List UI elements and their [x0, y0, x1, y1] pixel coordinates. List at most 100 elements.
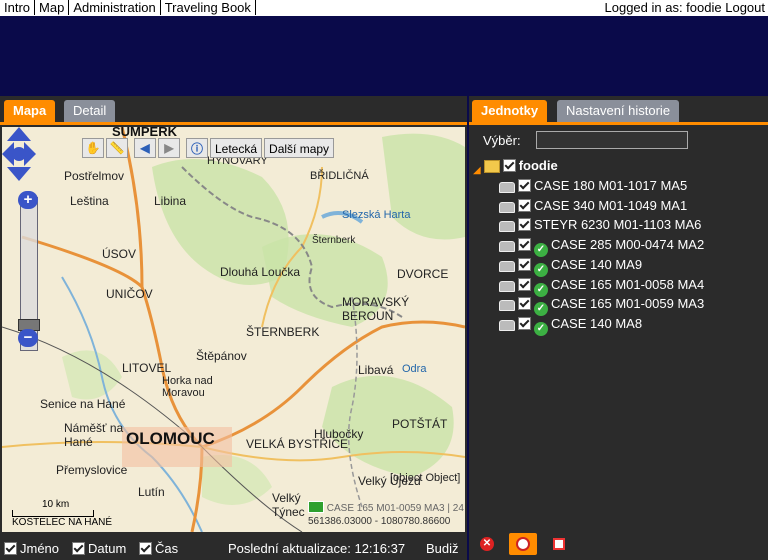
- nav-intro[interactable]: Intro: [0, 0, 36, 15]
- unit-checkbox[interactable]: [518, 218, 531, 232]
- info-icon[interactable]: ⓘ: [186, 138, 208, 158]
- tractor-icon: [499, 201, 515, 213]
- map-toolbar: ✋ 📏 ◀ ▶ ⓘ Letecká Další mapy: [82, 137, 335, 159]
- pan-control[interactable]: [2, 127, 36, 181]
- map-label: Dlouhá Loučka: [220, 265, 301, 279]
- unit-label: CASE 285 M00-0474 MA2: [551, 237, 705, 253]
- name-toggle[interactable]: Jméno: [4, 538, 59, 560]
- tractor-icon: [499, 300, 515, 312]
- cursor-coordinates: 561386.03000 - 1080780.86600: [308, 516, 451, 527]
- collapse-arrow-icon[interactable]: ◢: [473, 162, 481, 180]
- nav-map[interactable]: Map: [35, 0, 70, 15]
- filter-bar: Výběr:: [469, 127, 768, 154]
- unit-label: CASE 165 M01-0058 MA4: [551, 276, 705, 292]
- unit-list-item[interactable]: ✓ CASE 140 MA9: [499, 256, 642, 277]
- scale-bar: 10 km KOSTELEC NA HANÉ: [12, 499, 112, 528]
- unit-checkbox[interactable]: [518, 316, 531, 330]
- square-icon: [553, 538, 565, 550]
- unit-list-item[interactable]: CASE 340 M01-1049 MA1: [499, 197, 687, 215]
- unit-label: CASE 140 MA8: [551, 315, 643, 331]
- units-tree: ◢ foodie CASE 180 M01-1017 MA5 CASE 340 M0…: [469, 156, 768, 528]
- time-toggle[interactable]: Čas: [139, 538, 178, 560]
- unit-list-item[interactable]: CASE 180 M01-1017 MA5: [499, 177, 687, 195]
- filter-label: Výběr:: [483, 133, 521, 148]
- map-label: Náměšť na Hané: [64, 421, 124, 449]
- tractor-icon: [499, 280, 515, 292]
- tab-jednotky[interactable]: Jednotky: [472, 100, 548, 122]
- locate-button[interactable]: [509, 533, 537, 555]
- map-label: ÚSOV: [102, 247, 137, 261]
- back-arrow-icon[interactable]: ◀: [134, 138, 156, 158]
- unit-list-item[interactable]: ✓ CASE 165 M01-0059 MA3: [499, 295, 704, 317]
- tab-mapa[interactable]: Mapa: [4, 100, 56, 122]
- hand-tool-icon[interactable]: ✋: [82, 138, 104, 158]
- last-update-text: Poslední aktualizace: 12:16:37: [228, 541, 406, 556]
- map-label: Libavá: [358, 363, 394, 377]
- unit-checkbox[interactable]: [518, 238, 531, 252]
- map-label: MORAVSKÝ BEROUN: [342, 295, 410, 323]
- unit-checkbox[interactable]: [518, 257, 531, 271]
- map-label: Velký Týnec: [272, 491, 305, 519]
- map-label: OLOMOUC: [126, 429, 215, 448]
- nav-administration[interactable]: Administration: [69, 0, 161, 15]
- tab-detail[interactable]: Detail: [64, 100, 116, 122]
- select-area-button[interactable]: [545, 533, 573, 555]
- name-toggle-label: Jméno: [20, 541, 60, 556]
- target-icon: [516, 537, 530, 551]
- date-checkbox[interactable]: [72, 542, 85, 555]
- budiz-button[interactable]: Budiž: [426, 538, 459, 560]
- unit-label: STEYR 6230 M01-1103 MA6: [534, 217, 702, 233]
- map-label: Lutín: [138, 485, 165, 499]
- name-checkbox[interactable]: [4, 542, 17, 555]
- tractor-icon: [499, 221, 515, 233]
- map-label: Odra: [402, 363, 427, 375]
- map-tabs: Mapa Detail: [0, 96, 467, 125]
- tab-nastaveni-historie[interactable]: Nastavení historie: [557, 100, 680, 122]
- units-footer: ✕: [469, 528, 768, 560]
- map-label: Postřelmov: [64, 169, 125, 183]
- date-toggle-label: Datum: [88, 541, 127, 556]
- tree-root[interactable]: ◢ foodie: [473, 157, 558, 176]
- map-label: Leština: [70, 194, 109, 208]
- forward-arrow-icon[interactable]: ▶: [158, 138, 180, 158]
- unit-list-item[interactable]: ✓ CASE 140 MA8: [499, 315, 643, 336]
- logged-in-text: Logged in as: foodie: [604, 0, 722, 15]
- unit-checkbox[interactable]: [518, 198, 531, 212]
- unit-checkbox[interactable]: [518, 277, 531, 291]
- top-navigation-bar: Intro Map Administration Traveling Book …: [0, 0, 768, 17]
- time-checkbox[interactable]: [139, 542, 152, 555]
- map-view[interactable]: ŠUMPERK HYNOVARY BŘIDLIČNÁ Postřelmov Le…: [2, 127, 465, 532]
- more-maps-button[interactable]: Další mapy: [264, 138, 335, 158]
- vehicle-marker[interactable]: CASE 165 M01-0059 MA3 | 24: [308, 501, 464, 514]
- unit-list-item[interactable]: ✓ CASE 285 M00-0474 MA2: [499, 236, 705, 258]
- filter-input[interactable]: [536, 131, 688, 149]
- aerial-map-button[interactable]: Letecká: [210, 138, 263, 158]
- unit-checkbox[interactable]: [518, 179, 531, 192]
- root-checkbox[interactable]: [502, 159, 516, 172]
- user-info: Logged in as: foodie Logout: [605, 0, 766, 16]
- map-label: Hlubočky: [314, 427, 364, 441]
- map-label: ŠTERNBERK: [246, 325, 320, 339]
- delete-button[interactable]: ✕: [473, 533, 501, 555]
- unit-list-item[interactable]: STEYR 6230 M01-1103 MA6: [499, 216, 701, 234]
- measure-tool-icon[interactable]: 📏: [106, 138, 128, 158]
- tree-root-label: foodie: [518, 158, 558, 173]
- tractor-icon: [499, 319, 515, 331]
- map-label: UNIČOV: [106, 287, 153, 301]
- zoom-out-button[interactable]: −: [18, 329, 38, 347]
- map-label: Slezská Harta: [342, 209, 411, 221]
- unit-checkbox[interactable]: [518, 297, 531, 311]
- status-ok-icon: ✓: [534, 321, 548, 336]
- map-label: Přemyslovice: [56, 463, 128, 477]
- date-toggle[interactable]: Datum: [72, 538, 126, 560]
- map-label: Libina: [154, 194, 187, 208]
- vehicle-icon: [308, 501, 324, 513]
- nav-traveling-book[interactable]: Traveling Book: [161, 0, 256, 15]
- tractor-icon: [499, 182, 515, 193]
- zoom-in-button[interactable]: +: [18, 191, 38, 209]
- scale-label: 10 km: [42, 499, 70, 510]
- units-panel: Jednotky Nastavení historie Výběr: ◢ food…: [469, 96, 768, 560]
- logout-link[interactable]: Logout: [725, 0, 765, 15]
- unit-list-item[interactable]: ✓ CASE 165 M01-0058 MA4: [499, 276, 705, 297]
- scale-town-label: KOSTELEC NA HANÉ: [12, 517, 113, 528]
